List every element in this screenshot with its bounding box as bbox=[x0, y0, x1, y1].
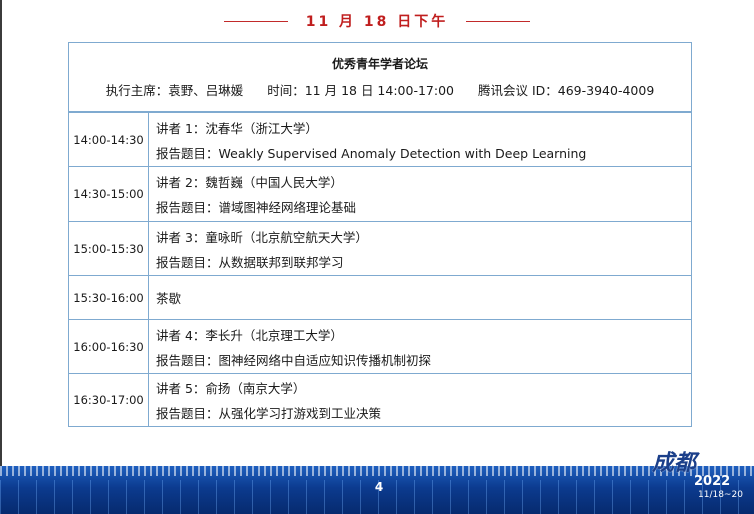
date-header: 11 月 18 日下午 bbox=[0, 10, 754, 32]
table-row: 14:30-15:00 讲者 2：魏哲巍（中国人民大学） 报告题目：谱域图神经网… bbox=[69, 166, 691, 221]
session-time: 14:00-14:30 bbox=[69, 113, 149, 166]
session-topic: 报告题目：从数据联邦到联邦学习 bbox=[156, 254, 344, 270]
session-content: 讲者 2：魏哲巍（中国人民大学） 报告题目：谱域图神经网络理论基础 bbox=[149, 167, 691, 221]
table-row: 14:00-14:30 讲者 1：沈春华（浙江大学） 报告题目：Weakly S… bbox=[69, 112, 691, 166]
session-content: 茶歇 bbox=[149, 276, 691, 319]
session-time: 15:00-15:30 bbox=[69, 222, 149, 275]
session-time: 14:30-15:00 bbox=[69, 167, 149, 221]
session-topic: 报告题目：图神经网络中自适应知识传播机制初探 bbox=[156, 352, 432, 368]
forum-host: 执行主席：袁野、吕琳媛 bbox=[105, 83, 244, 98]
table-row: 16:00-16:30 讲者 4：李长升（北京理工大学） 报告题目：图神经网络中… bbox=[69, 319, 691, 373]
conference-logo: 成都 2022 11/18~20 bbox=[652, 452, 754, 514]
session-speaker: 讲者 2：魏哲巍（中国人民大学） bbox=[156, 175, 343, 190]
forum-title: 优秀青年学者论坛 bbox=[331, 57, 428, 71]
session-time: 15:30-16:00 bbox=[69, 276, 149, 319]
forum-meeting-id: 腾讯会议 ID：469-3940-4009 bbox=[477, 83, 655, 98]
session-content: 讲者 1：沈春华（浙江大学） 报告题目：Weakly Supervised An… bbox=[149, 113, 691, 166]
table-row: 15:00-15:30 讲者 3：童咏昕（北京航空航天大学） 报告题目：从数据联… bbox=[69, 221, 691, 275]
session-break-label: 茶歇 bbox=[156, 291, 182, 306]
date-rule-left bbox=[223, 20, 288, 22]
schedule-table: 优秀青年学者论坛 执行主席：袁野、吕琳媛 时间：11 月 18 日 14:00-… bbox=[68, 42, 692, 427]
session-content: 讲者 5：俞扬（南京大学） 报告题目：从强化学习打游戏到工业决策 bbox=[149, 374, 691, 426]
logo-calligraphy: 成都 bbox=[652, 450, 697, 476]
page-number: 4 bbox=[374, 480, 384, 494]
date-rule-right bbox=[466, 20, 531, 22]
left-edge-line bbox=[0, 0, 2, 514]
session-speaker: 讲者 4：李长升（北京理工大学） bbox=[156, 327, 343, 343]
forum-header: 优秀青年学者论坛 执行主席：袁野、吕琳媛 时间：11 月 18 日 14:00-… bbox=[69, 43, 691, 112]
session-content: 讲者 4：李长升（北京理工大学） 报告题目：图神经网络中自适应知识传播机制初探 bbox=[149, 320, 691, 373]
session-speaker: 讲者 1：沈春华（浙江大学） bbox=[156, 120, 318, 136]
logo-dates: 11/18~20 bbox=[698, 490, 743, 500]
session-content: 讲者 3：童咏昕（北京航空航天大学） 报告题目：从数据联邦到联邦学习 bbox=[149, 222, 691, 275]
session-topic: 报告题目：从强化学习打游戏到工业决策 bbox=[156, 406, 382, 421]
session-topic: 报告题目：谱域图神经网络理论基础 bbox=[156, 200, 357, 215]
session-time: 16:30-17:00 bbox=[69, 374, 149, 426]
session-speaker: 讲者 3：童咏昕（北京航空航天大学） bbox=[156, 229, 368, 245]
logo-year: 2022 bbox=[694, 474, 731, 489]
session-time: 16:00-16:30 bbox=[69, 320, 149, 373]
session-speaker: 讲者 5：俞扬（南京大学） bbox=[156, 381, 306, 396]
forum-time: 时间：11 月 18 日 14:00-17:00 bbox=[267, 83, 454, 98]
table-row: 16:30-17:00 讲者 5：俞扬（南京大学） 报告题目：从强化学习打游戏到… bbox=[69, 373, 691, 426]
forum-meta: 执行主席：袁野、吕琳媛 时间：11 月 18 日 14:00-17:00 腾讯会… bbox=[106, 80, 655, 99]
footer-dot-pattern bbox=[0, 466, 754, 476]
session-topic: 报告题目：Weakly Supervised Anomaly Detection… bbox=[156, 145, 587, 161]
table-row-break: 15:30-16:00 茶歇 bbox=[69, 275, 691, 319]
date-title: 11 月 18 日下午 bbox=[305, 14, 449, 30]
